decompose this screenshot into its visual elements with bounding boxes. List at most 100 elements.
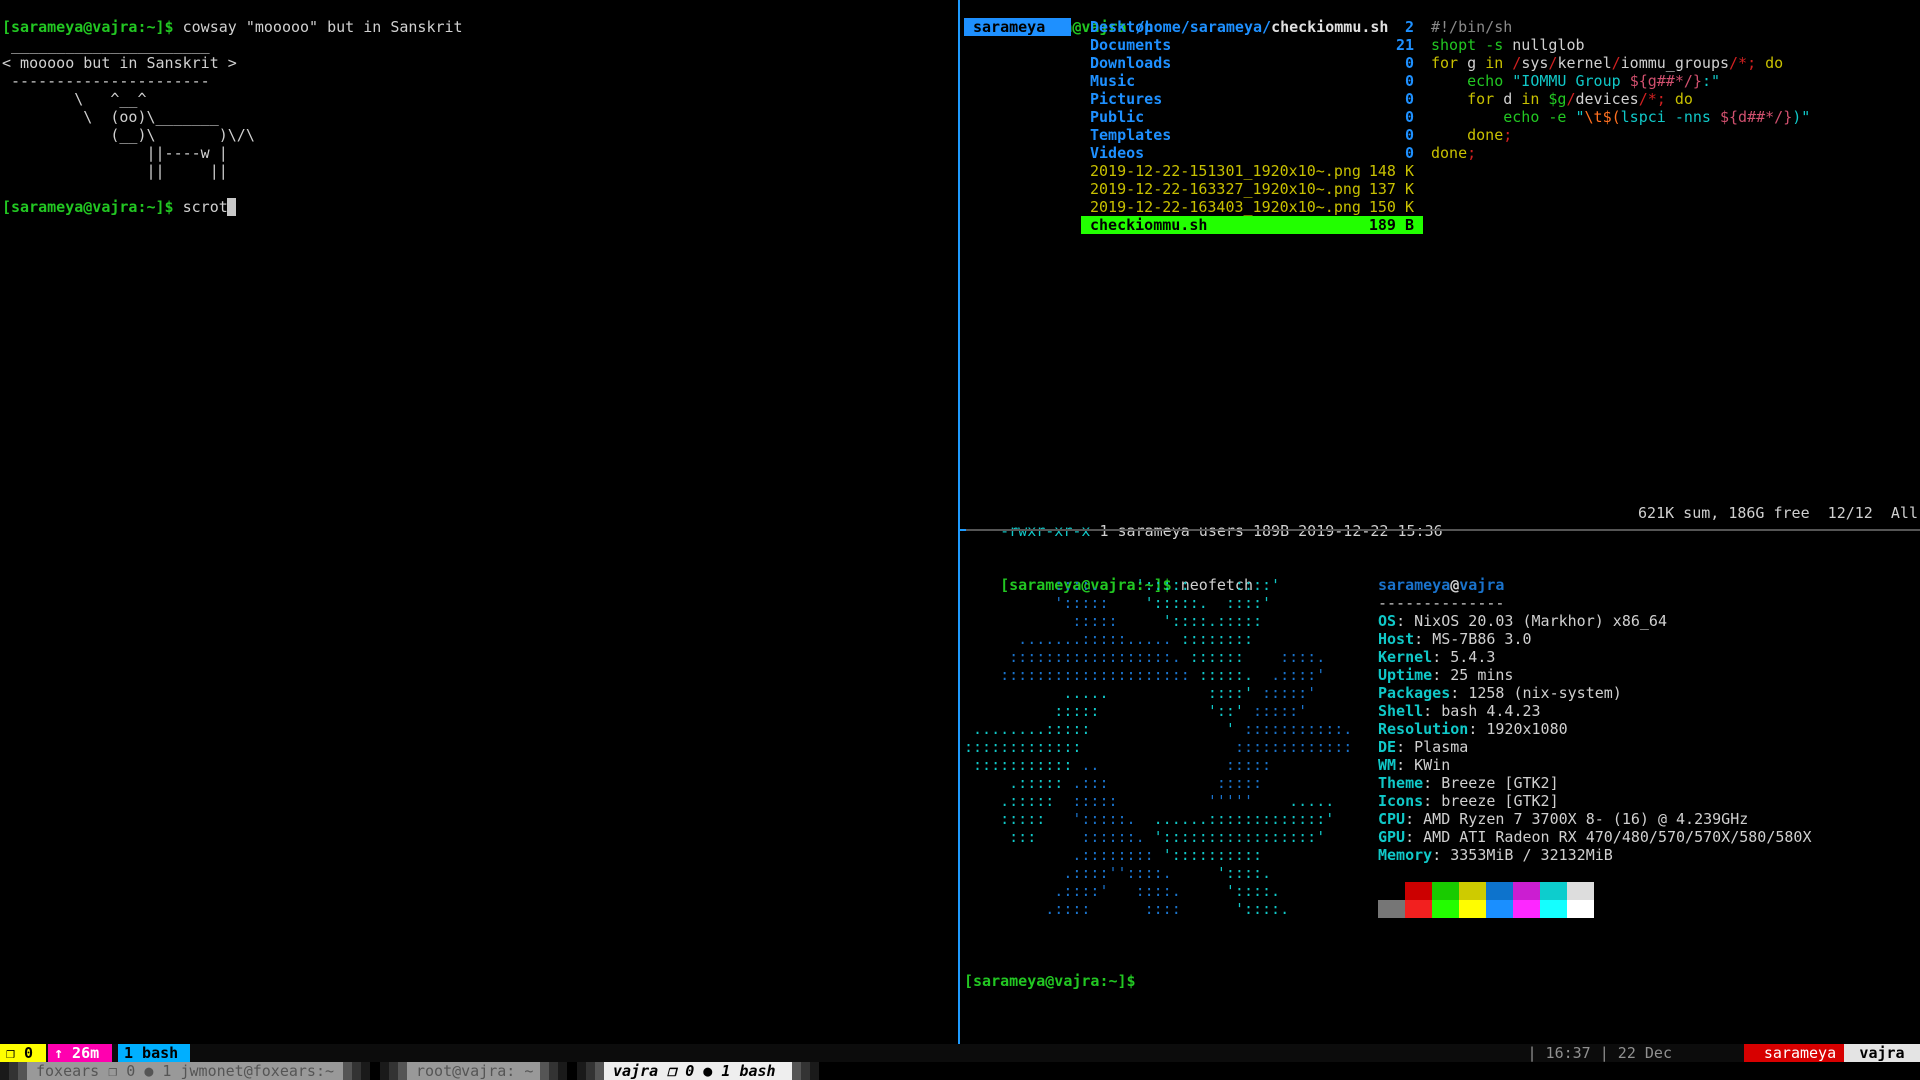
taskbar-window[interactable]: vajra ❐ 0 ● 1 bash bbox=[604, 1062, 792, 1080]
tmux-segment[interactable]: ❐ 0 bbox=[0, 1044, 46, 1062]
file-entry[interactable]: 2019-12-22-151301_1920x10~.png 148 K bbox=[1081, 162, 1423, 180]
file-entry[interactable]: 2019-12-22-163403_1920x10~.png 150 K bbox=[1081, 198, 1423, 216]
info-colon: : bbox=[1432, 666, 1451, 684]
info-colon: : bbox=[1396, 738, 1415, 756]
info-colon: : bbox=[1405, 828, 1424, 846]
info-colon: : bbox=[1405, 810, 1424, 828]
text-segment: in bbox=[1485, 54, 1504, 72]
tmux-segment[interactable]: ↑ 26m bbox=[48, 1044, 112, 1062]
horizontal-pane-divider[interactable] bbox=[960, 529, 1920, 531]
text-segment: do bbox=[1674, 90, 1693, 108]
tmux-segment[interactable]: 1 bash bbox=[118, 1044, 190, 1062]
terminal-line: ______________________ bbox=[2, 36, 210, 54]
text-segment: for bbox=[1431, 54, 1459, 72]
text-segment: '::::. bbox=[1225, 882, 1281, 900]
color-swatch bbox=[1405, 882, 1432, 900]
directory-entry[interactable]: Documents 21 bbox=[1081, 36, 1423, 54]
info-colon: : bbox=[1423, 774, 1442, 792]
file-entry[interactable]: checkiommu.sh 189 B bbox=[1081, 216, 1423, 234]
text-segment: ......:::::::::::::' bbox=[1153, 810, 1335, 828]
text-segment: $( bbox=[1602, 108, 1621, 126]
taskbar-decoration bbox=[0, 1062, 9, 1080]
text-segment: ::::::::::::: bbox=[1234, 738, 1353, 756]
text-segment: ::::. bbox=[964, 576, 1136, 594]
info-field-de: DE: Plasma bbox=[1378, 738, 1468, 756]
entry-size: 0 bbox=[1404, 54, 1414, 72]
taskbar-decoration bbox=[586, 1062, 595, 1080]
logo-line: ::::::::::::::::::. :::::: ::::. bbox=[964, 648, 1325, 666]
directory-entry[interactable]: Pictures 0 bbox=[1081, 90, 1423, 108]
text-segment: ':::::. bbox=[1072, 810, 1154, 828]
entry-name: 2019-12-22-151301_1920x10~.png bbox=[1090, 162, 1361, 180]
text-segment: echo bbox=[1503, 108, 1540, 126]
terminal-line: \ (oo)\_______ bbox=[2, 108, 218, 126]
logo-line: .:::::::: ':::::::::: bbox=[964, 846, 1262, 864]
entry-name: Videos bbox=[1090, 144, 1145, 162]
entry-size: 148 K bbox=[1368, 162, 1414, 180]
directory-entry[interactable]: Public 0 bbox=[1081, 108, 1423, 126]
text-segment: :::::::: bbox=[1180, 630, 1253, 648]
text-segment: '::::.::::: bbox=[1162, 612, 1263, 630]
info-value: 25 mins bbox=[1450, 666, 1514, 684]
text-segment: '::::: bbox=[964, 594, 1145, 612]
directory-entry[interactable]: Downloads 0 bbox=[1081, 54, 1423, 72]
text-segment: ..... ::::' bbox=[964, 684, 1263, 702]
info-host: vajra bbox=[1459, 576, 1505, 594]
info-field-wm: WM: KWin bbox=[1378, 756, 1450, 774]
directory-entry[interactable]: Music 0 bbox=[1081, 72, 1423, 90]
taskbar-decoration bbox=[352, 1062, 361, 1080]
text-segment: ::::::::::::::::::::: bbox=[964, 666, 1199, 684]
neofetch-terminal-pane[interactable]: [sarameya@vajra:~]$ neofetch ::::. '::::… bbox=[960, 540, 1920, 1044]
logo-line: '::::: ':::::. ::::' bbox=[964, 594, 1271, 612]
text-segment bbox=[1666, 90, 1675, 108]
text-segment: ::::: bbox=[964, 810, 1073, 828]
left-terminal-pane[interactable]: [sarameya@vajra:~]$ cowsay "mooooo" but … bbox=[0, 0, 957, 1044]
taskbar-decoration bbox=[380, 1062, 389, 1080]
color-swatch bbox=[1378, 900, 1405, 918]
taskbar-window[interactable]: root@vajra: ~ bbox=[407, 1062, 540, 1080]
info-key: GPU bbox=[1378, 828, 1406, 846]
info-field-uptime: Uptime: 25 mins bbox=[1378, 666, 1513, 684]
text-segment: :" bbox=[1701, 72, 1720, 90]
color-swatch bbox=[1486, 882, 1513, 900]
file-entry[interactable]: 2019-12-22-163327_1920x10~.png 137 K bbox=[1081, 180, 1423, 198]
ranger-file-manager-pane[interactable]: sarameya@vajra /home/sarameya/checkiommu… bbox=[960, 0, 1920, 540]
info-field-host: Host: MS-7B86 3.0 bbox=[1378, 630, 1532, 648]
info-value: 3353MiB / 32132MiB bbox=[1450, 846, 1613, 864]
text-segment: '::::. bbox=[1216, 864, 1272, 882]
text-segment: [sarameya@vajra:~]$ bbox=[2, 18, 183, 36]
text-segment: / bbox=[1512, 54, 1522, 72]
text-segment: '::::. bbox=[1234, 900, 1290, 918]
info-field-resolution: Resolution: 1920x1080 bbox=[1378, 720, 1568, 738]
preview-code-line: echo "IOMMU Group ${g##*/}:" bbox=[1431, 72, 1720, 90]
info-value: breeze [GTK2] bbox=[1441, 792, 1559, 810]
text-segment: ::::: '::' bbox=[964, 702, 1253, 720]
logo-line: ::::: ':::::. ......:::::::::::::' bbox=[964, 810, 1334, 828]
info-key: Packages bbox=[1378, 684, 1451, 702]
entry-name: Desktop bbox=[1090, 18, 1154, 36]
text-segment: /*; bbox=[1638, 90, 1666, 108]
text-segment: :::::: bbox=[1189, 648, 1281, 666]
text-segment: )" bbox=[1792, 108, 1811, 126]
info-key: DE bbox=[1378, 738, 1397, 756]
text-segment: ::::: ''''' bbox=[1072, 792, 1290, 810]
final-prompt[interactable]: [sarameya@vajra:~]$ bbox=[964, 972, 1136, 990]
taskbar-window[interactable]: foxears ❐ 0 ● 1 jwmonet@foxears:~ bbox=[27, 1062, 343, 1080]
color-swatch bbox=[1432, 882, 1459, 900]
info-key: Icons bbox=[1378, 792, 1424, 810]
directory-entry[interactable]: Videos 0 bbox=[1081, 144, 1423, 162]
directory-entry[interactable]: Desktop 2 bbox=[1081, 18, 1423, 36]
info-colon: : bbox=[1432, 648, 1451, 666]
info-key: Host bbox=[1378, 630, 1415, 648]
info-field-icons: Icons: breeze [GTK2] bbox=[1378, 792, 1559, 810]
text-segment: .:::: :::: bbox=[964, 900, 1235, 918]
info-colon: : bbox=[1450, 684, 1469, 702]
entry-name: 2019-12-22-163403_1920x10~.png bbox=[1090, 198, 1361, 216]
ranger-parent-selected[interactable]: sarameya bbox=[964, 18, 1071, 36]
text-segment: :::::. bbox=[1198, 666, 1272, 684]
info-at: @ bbox=[1450, 576, 1460, 594]
taskbar-decoration bbox=[540, 1062, 549, 1080]
entry-name: 2019-12-22-163327_1920x10~.png bbox=[1090, 180, 1361, 198]
logo-line: .::::' ::::. '::::. bbox=[964, 882, 1280, 900]
directory-entry[interactable]: Templates 0 bbox=[1081, 126, 1423, 144]
